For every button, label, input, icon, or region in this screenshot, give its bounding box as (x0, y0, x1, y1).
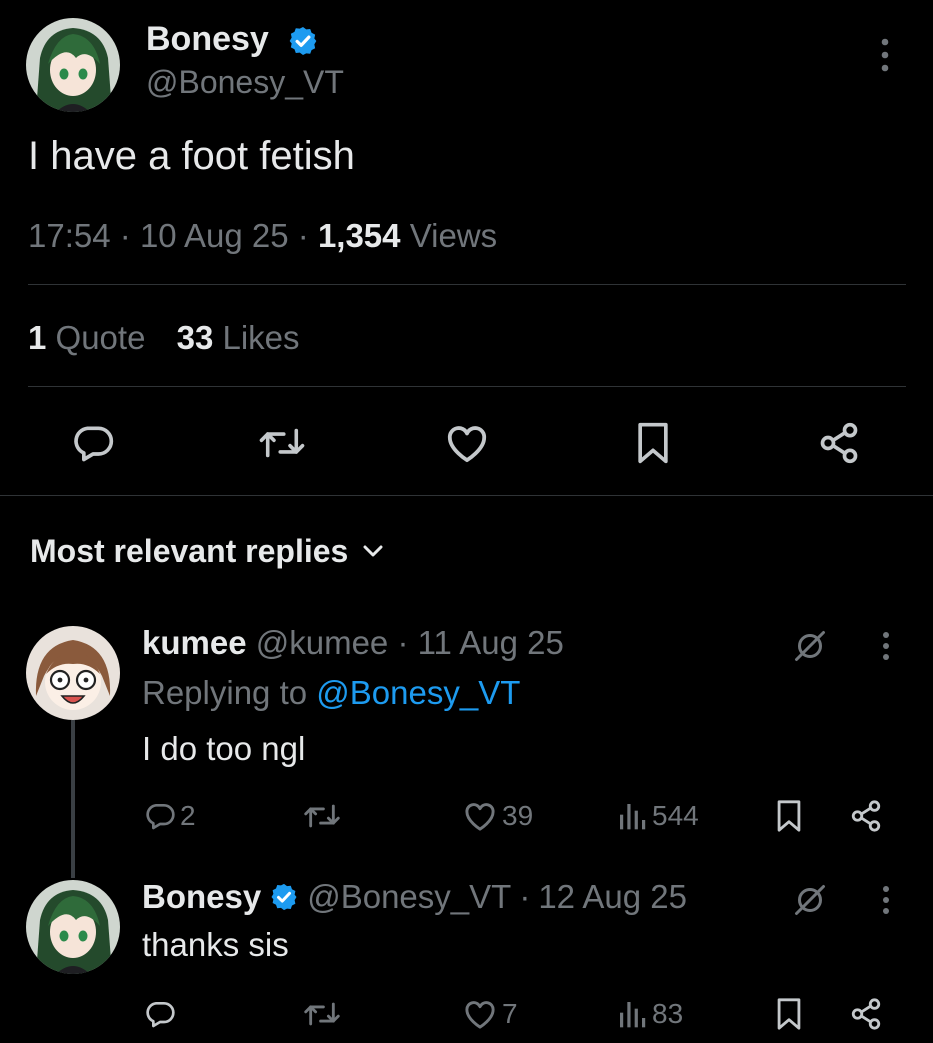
quotes-link[interactable]: 1 Quote (28, 319, 155, 356)
reply-icon (146, 1002, 175, 1028)
reply-text: thanks sis (142, 926, 289, 963)
likes-link[interactable]: 33 Likes (177, 319, 300, 356)
divider (28, 284, 906, 285)
reply-handle[interactable]: @Bonesy_VT (307, 876, 511, 918)
quotes-label: Quote (55, 319, 146, 356)
reply-handle[interactable]: @kumee (256, 624, 389, 661)
likes-count: 33 (176, 319, 214, 356)
reply-header: kumee @kumee · 11 Aug 25 (142, 622, 564, 664)
meta-separator: · (297, 217, 318, 254)
views-button[interactable]: 544 (616, 794, 699, 838)
engagement-stats: 1 Quote 33 Likes (28, 316, 300, 360)
chevron-down-icon (362, 544, 384, 558)
retweet-icon (304, 804, 340, 828)
share-icon[interactable] (846, 796, 886, 836)
author-handle[interactable]: @Bonesy_VT (146, 62, 344, 102)
views-label: Views (409, 217, 498, 254)
tweet-text: I have a foot fetish (28, 134, 355, 178)
reply-date[interactable]: 11 Aug 25 (418, 624, 564, 661)
author-avatar[interactable] (26, 18, 120, 112)
more-icon[interactable] (870, 34, 900, 76)
bookmark-icon[interactable] (628, 418, 678, 468)
replying-prefix: Replying to (142, 674, 308, 711)
reply-icon[interactable] (66, 418, 120, 468)
view-count: 544 (652, 800, 699, 831)
verified-badge-icon (269, 882, 299, 912)
like-button[interactable]: 39 (462, 794, 533, 838)
like-icon (465, 1001, 495, 1029)
more-icon[interactable] (872, 882, 900, 918)
views-icon (620, 804, 646, 830)
grok-icon[interactable] (790, 880, 830, 920)
reply-count: 2 (180, 800, 196, 831)
like-icon[interactable] (440, 418, 494, 468)
view-count: 83 (652, 998, 684, 1029)
like-button[interactable]: 7 (462, 992, 518, 1036)
replies-sort-label: Most relevant replies (30, 533, 349, 569)
retweet-button[interactable] (302, 992, 342, 1036)
meta-separator: · (519, 878, 531, 915)
reply-date[interactable]: 12 Aug 25 (538, 876, 687, 918)
views-button[interactable]: 83 (616, 992, 683, 1036)
share-icon[interactable] (846, 994, 886, 1034)
replies-sort-dropdown[interactable]: Most relevant replies (30, 530, 384, 572)
bookmark-icon[interactable] (772, 994, 806, 1034)
grok-icon[interactable] (790, 626, 830, 666)
more-icon[interactable] (872, 628, 900, 664)
share-icon[interactable] (812, 418, 866, 468)
replying-to: Replying to @Bonesy_VT (142, 672, 520, 714)
reply-button[interactable] (144, 992, 176, 1036)
reply-button[interactable]: 2 (144, 794, 196, 838)
divider (28, 386, 906, 387)
likes-label: Likes (222, 319, 300, 356)
like-icon (465, 803, 495, 831)
like-count: 39 (502, 800, 534, 831)
views-icon (620, 1002, 646, 1028)
divider (0, 495, 933, 496)
reply-avatar[interactable] (26, 880, 120, 974)
author-display-name[interactable]: Bonesy (146, 18, 269, 60)
reply-header: Bonesy @Bonesy_VT · 12 Aug 25 (142, 876, 687, 918)
replying-to-handle[interactable]: @Bonesy_VT (316, 674, 520, 711)
meta-separator: · (119, 217, 140, 254)
bookmark-icon[interactable] (772, 796, 806, 836)
like-count: 7 (502, 998, 518, 1029)
reply-display-name[interactable]: Bonesy (142, 876, 261, 918)
reply-avatar[interactable] (26, 626, 120, 720)
verified-badge-icon (286, 24, 320, 58)
tweet-date[interactable]: 10 Aug 25 (140, 217, 289, 254)
reply-text: I do too ngl (142, 730, 306, 767)
quotes-count: 1 (28, 319, 47, 356)
retweet-icon[interactable] (252, 418, 312, 468)
tweet-meta: 17:54 · 10 Aug 25 · 1,354 Views (28, 214, 497, 258)
views-count: 1,354 (317, 217, 401, 254)
retweet-icon (304, 1002, 340, 1026)
reply-icon (146, 804, 175, 830)
thread-line (71, 720, 75, 878)
retweet-button[interactable] (302, 794, 342, 838)
reply-display-name[interactable]: kumee (142, 624, 247, 661)
meta-separator: · (397, 624, 409, 661)
tweet-time[interactable]: 17:54 (28, 217, 111, 254)
